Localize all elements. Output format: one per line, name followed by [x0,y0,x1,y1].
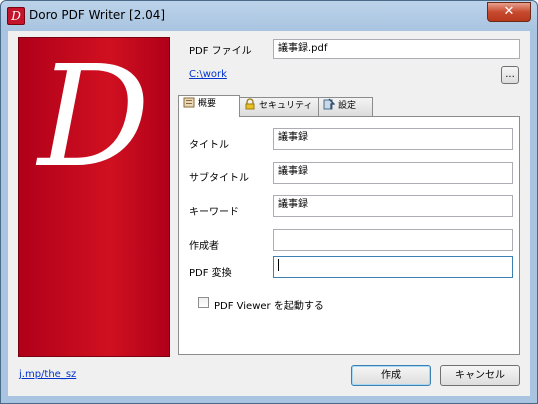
summary-panel: タイトル 議事録 サブタイトル 議事録 キーワード 議事録 作成者 PDF 変換… [178,116,520,355]
tab-settings[interactable]: 設定 [318,97,373,116]
subtitle-input[interactable]: 議事録 [273,162,513,184]
keyword-input[interactable]: 議事録 [273,195,513,217]
tab-summary-label: 概要 [198,99,217,109]
close-button[interactable]: ✕ [487,2,531,22]
keyword-label: キーワード [189,207,239,218]
window-title: Doro PDF Writer [2.04] [29,8,166,22]
launch-viewer-label[interactable]: PDF Viewer を起動する [214,297,324,312]
app-window: D Doro PDF Writer [2.04] ✕ D PDF ファイル 議事… [0,0,538,404]
tab-summary[interactable]: 概要 [178,95,240,117]
document-icon [183,97,195,108]
pdf-conversion-label: PDF 変換 [189,268,232,279]
author-input[interactable] [273,229,513,251]
tab-settings-label: 設定 [338,101,357,111]
subtitle-label: サブタイトル [189,173,249,184]
browse-button[interactable]: ... [501,66,519,84]
title-input[interactable]: 議事録 [273,128,513,150]
title-bar[interactable]: D Doro PDF Writer [2.04] ✕ [1,1,537,31]
app-logo-icon: D [7,7,25,25]
launch-viewer-checkbox[interactable] [198,297,209,308]
title-label: タイトル [189,140,229,151]
brand-monogram: D [37,37,151,199]
output-folder-link[interactable]: C:\work [189,69,227,80]
settings-icon [323,98,335,110]
tab-security[interactable]: セキュリティ [239,97,319,116]
homepage-link[interactable]: j.mp/the_sz [19,369,76,380]
lock-icon [245,98,255,110]
create-button[interactable]: 作成 [351,365,431,386]
pdf-conversion-input[interactable] [273,256,513,278]
tab-security-label: セキュリティ [259,101,313,111]
text-cursor [278,259,279,271]
brand-banner: D [18,37,170,357]
pdf-file-label: PDF ファイル [189,46,252,57]
pdf-file-input[interactable]: 議事録.pdf [273,39,520,59]
cancel-button[interactable]: キャンセル [440,365,520,386]
dialog-client: D PDF ファイル 議事録.pdf C:\work ... 概要 セキュリティ [8,31,530,396]
author-label: 作成者 [189,241,219,252]
